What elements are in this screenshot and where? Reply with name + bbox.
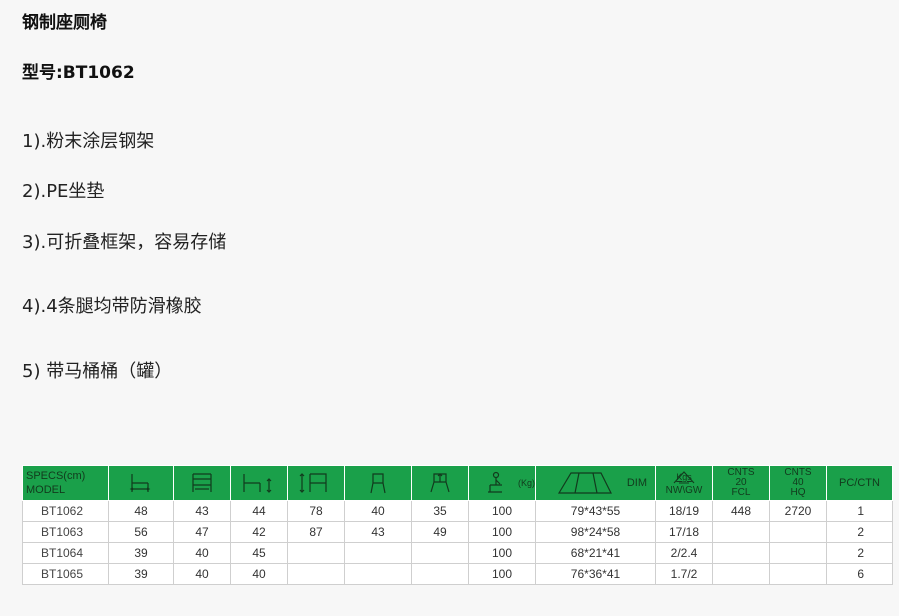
table-cell	[344, 563, 412, 585]
table-cell: 79*43*55	[535, 500, 656, 522]
feature-item: 4).4条腿均带防滑橡胶	[22, 296, 202, 317]
table-cell: 76*36*41	[535, 563, 656, 585]
table-cell	[769, 563, 827, 585]
model-header: SPECS(cm) MODEL	[22, 465, 109, 501]
table-cell: 100	[468, 500, 536, 522]
table-row: BT1064 39 40 45 100 68*21*41 2/2.4 2	[22, 542, 893, 564]
table-row: BT1062 48 43 44 78 40 35 100 79*43*55 18…	[22, 500, 893, 522]
spec-header-row: SPECS(cm) MODEL (Kg) DIM Kgs NW\GW CNTS …	[22, 465, 893, 501]
model-label: MODEL	[26, 484, 66, 496]
table-cell: 100	[468, 542, 536, 564]
table-cell	[769, 521, 827, 543]
carton-dim-icon	[558, 472, 613, 494]
table-cell: 48	[108, 500, 174, 522]
table-cell: 49	[411, 521, 469, 543]
cnts20-line: FCL	[731, 487, 751, 498]
table-cell: 87	[287, 521, 345, 543]
chair-side-icon	[411, 465, 469, 501]
table-cell: 40	[230, 563, 288, 585]
load-unit: (Kg)	[517, 477, 535, 488]
table-cell: 35	[411, 500, 469, 522]
table-cell: 100	[468, 563, 536, 585]
pc-ctn-header: PC/CTN	[826, 465, 893, 501]
table-cell: 43	[173, 500, 231, 522]
specs-label: SPECS(cm)	[26, 470, 86, 482]
weight-header: Kgs NW\GW	[655, 465, 713, 501]
table-cell: 98*24*58	[535, 521, 656, 543]
table-cell: 42	[230, 521, 288, 543]
model-number: 型号:BT1062	[22, 63, 135, 83]
weight-unit: Kgs	[676, 472, 692, 482]
table-cell: 68*21*41	[535, 542, 656, 564]
seat-height-icon	[230, 465, 288, 501]
feature-item: 3).可折叠框架，容易存储	[22, 232, 227, 253]
table-cell: 40	[344, 500, 412, 522]
table-cell: 2	[826, 521, 893, 543]
weight-label: NW\GW	[665, 485, 703, 496]
table-cell	[411, 542, 469, 564]
table-cell	[287, 542, 345, 564]
model-cell: BT1065	[22, 563, 109, 585]
table-cell: 56	[108, 521, 174, 543]
table-cell	[712, 563, 770, 585]
table-cell: 2/2.4	[655, 542, 713, 564]
table-cell: 2720	[769, 500, 827, 522]
cnts40-line: HQ	[790, 487, 806, 498]
chair-front-icon	[344, 465, 412, 501]
cnts20-header: CNTS 20 FCL	[712, 465, 770, 501]
model-cell: BT1062	[22, 500, 109, 522]
dim-label: DIM	[626, 476, 647, 489]
table-cell: 2	[826, 542, 893, 564]
table-cell: 40	[173, 563, 231, 585]
table-cell	[712, 542, 770, 564]
cnts40-header: CNTS 40 HQ	[769, 465, 827, 501]
table-cell: 40	[173, 542, 231, 564]
table-cell: 1.7/2	[655, 563, 713, 585]
chair-width-icon	[173, 465, 231, 501]
table-row: BT1065 39 40 40 100 76*36*41 1.7/2 6	[22, 563, 893, 585]
table-cell: 39	[108, 542, 174, 564]
load-capacity-icon: (Kg)	[468, 465, 536, 501]
model-cell: BT1063	[22, 521, 109, 543]
table-cell: 78	[287, 500, 345, 522]
feature-item: 5) 带马桶桶（罐）	[22, 361, 173, 382]
table-cell	[411, 563, 469, 585]
feature-item: 1).粉末涂层钢架	[22, 131, 155, 152]
spec-table: SPECS(cm) MODEL (Kg) DIM Kgs NW\GW CNTS …	[22, 465, 893, 585]
table-cell: 43	[344, 521, 412, 543]
product-name: 钢制座厕椅	[22, 13, 107, 33]
overall-height-icon	[287, 465, 345, 501]
table-cell	[769, 542, 827, 564]
table-cell: 45	[230, 542, 288, 564]
table-cell: 6	[826, 563, 893, 585]
dimension-header: DIM	[535, 465, 656, 501]
table-cell	[344, 542, 412, 564]
chair-depth-icon	[108, 465, 174, 501]
table-cell: 448	[712, 500, 770, 522]
table-cell: 100	[468, 521, 536, 543]
table-cell	[712, 521, 770, 543]
table-cell	[287, 563, 345, 585]
table-cell: 39	[108, 563, 174, 585]
feature-item: 2).PE坐垫	[22, 181, 105, 202]
table-cell: 44	[230, 500, 288, 522]
table-cell: 47	[173, 521, 231, 543]
table-cell: 17/18	[655, 521, 713, 543]
table-cell: 18/19	[655, 500, 713, 522]
table-row: BT1063 56 47 42 87 43 49 100 98*24*58 17…	[22, 521, 893, 543]
table-cell: 1	[826, 500, 893, 522]
model-cell: BT1064	[22, 542, 109, 564]
